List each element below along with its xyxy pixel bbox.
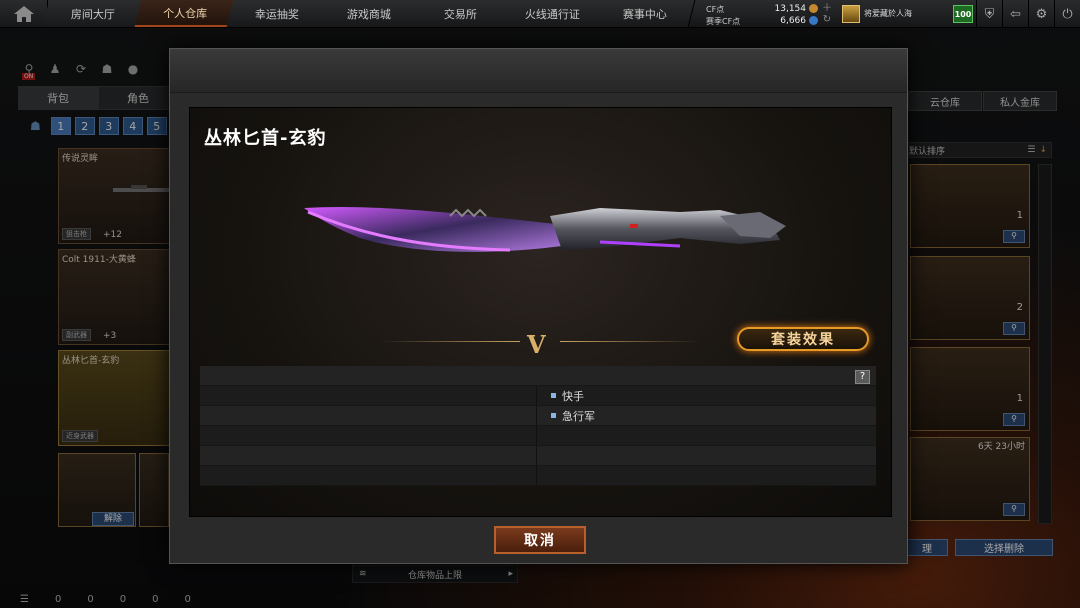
nav-tab-label: 赛事中心 [622,7,667,21]
nav-tab-label: 幸运抽奖 [254,7,299,21]
perk-name: 急行军 [562,409,595,423]
home-icon [13,5,34,22]
nav-tab[interactable]: 游戏商城 [318,0,420,27]
top-bar: 房间大厅 个人仓库 幸运抽奖 游戏商城 交易所 火线通行证 赛事中心 CF点 13,154 赛… [0,0,1080,28]
dialog-header [170,49,907,93]
recharge-controls: ＋ ↻ [818,0,836,27]
nav-tab-label: 游戏商城 [346,7,391,21]
rank-badge-icon [842,4,860,23]
nav-tab-label: 火线通行证 [525,7,580,21]
item-detail-dialog: 丛林匕首-玄豹 V 套装效果 快手 急行军 ? 取消 [169,48,908,564]
refresh-icon[interactable]: ↻ [823,14,831,25]
shield-icon[interactable]: ⛨ [976,0,1002,28]
nav-tab[interactable]: 个人仓库 [134,0,236,27]
nav-tab-label: 个人仓库 [162,6,207,20]
cf-coin-icon [809,4,818,13]
add-icon[interactable]: ＋ [822,3,832,14]
exit-room-icon[interactable]: ⇦ [1002,0,1028,28]
perk-row: 急行军 [200,406,876,426]
nav-tab[interactable]: 幸运抽奖 [226,0,328,27]
currency-panel: CF点 13,154 赛季CF点 6,666 [706,0,818,27]
settings-gear-icon[interactable]: ⚙ [1028,0,1054,28]
perk-name: 快手 [562,389,584,403]
nav-tab[interactable]: 房间大厅 [42,0,144,27]
jungle-knife-icon [304,206,786,252]
help-button[interactable]: ? [855,370,870,384]
nav-tab-label: 房间大厅 [70,7,115,21]
cf-label: CF点 [706,4,725,14]
set-effect-button[interactable]: 套装效果 [737,327,869,351]
season-cf-label: 赛季CF点 [706,16,741,26]
divider-left [380,341,520,342]
top-right-controls: 100 ⛨ ⇦ ⚙ ⏻ [950,0,1080,28]
season-cf-value: 6,666 [780,16,806,26]
cancel-button[interactable]: 取消 [494,526,586,554]
bullet-icon [551,393,556,398]
rank-title: 将爱藏於人海 [864,9,912,18]
item-title: 丛林匕首-玄豹 [204,128,327,149]
perk-row [200,466,876,486]
nav-tab[interactable]: 交易所 [410,0,512,27]
perk-row: 快手 [200,386,876,406]
perk-table-header [200,366,876,386]
nav-tab-label: 交易所 [444,7,477,21]
main-nav: 房间大厅 个人仓库 幸运抽奖 游戏商城 交易所 火线通行证 赛事中心 [42,0,696,27]
nav-tab[interactable]: 火线通行证 [502,0,604,27]
item-preview-stage: 丛林匕首-玄豹 V 套装效果 快手 急行军 ? [189,107,892,517]
bullet-icon [551,413,556,418]
rank-display[interactable]: 将爱藏於人海 [842,0,938,27]
v-emblem-icon: V [527,330,546,359]
power-icon[interactable]: ⏻ [1054,0,1080,28]
season-coin-icon [809,16,818,25]
cf-value: 13,154 [774,4,807,14]
level-badge: 100 [953,5,973,23]
divider-right [560,341,700,342]
home-button[interactable] [0,0,48,27]
nav-tab[interactable]: 赛事中心 [594,0,696,27]
game-client: 房间大厅 个人仓库 幸运抽奖 游戏商城 交易所 火线通行证 赛事中心 CF点 13,154 赛… [0,0,1080,608]
perk-row [200,446,876,466]
perk-row [200,426,876,446]
perk-table: 快手 急行军 [200,366,876,486]
